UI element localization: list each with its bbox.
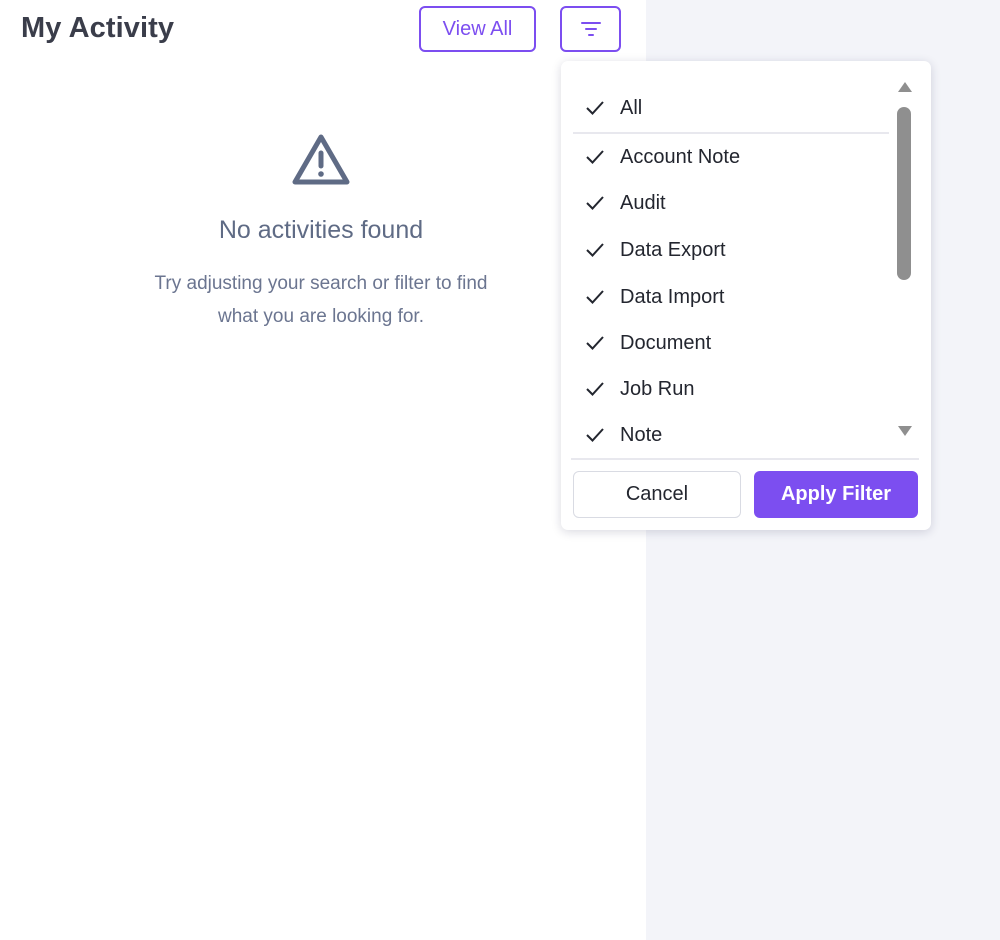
check-icon [586, 243, 604, 257]
filter-option-data-export[interactable]: Data Export [573, 231, 889, 269]
empty-state-title: No activities found [218, 216, 424, 244]
check-icon [586, 101, 604, 115]
cancel-button[interactable]: Cancel [573, 471, 741, 518]
filter-option-audit[interactable]: Audit [573, 184, 889, 222]
check-icon [586, 336, 604, 350]
warning-triangle-icon [292, 134, 350, 185]
empty-state-description: Try adjusting your search or filter to f… [154, 273, 488, 327]
filter-dropdown: All Account Note Audit Data Export Data … [561, 61, 931, 530]
triangle-up-icon [898, 82, 912, 92]
filter-option-all[interactable]: All [573, 89, 889, 127]
filter-option-label: Data Import [620, 285, 725, 308]
check-icon [586, 290, 604, 304]
scrollbar-thumb[interactable] [897, 107, 911, 280]
filter-option-note[interactable]: Note [573, 416, 889, 451]
scroll-up-arrow[interactable] [895, 79, 915, 95]
filter-option-label: Job Run [620, 377, 695, 400]
empty-state: No activities found Try adjusting your s… [0, 132, 642, 333]
apply-filter-button[interactable]: Apply Filter [754, 471, 918, 518]
filter-option-label: Note [620, 423, 663, 446]
filter-option-label: Document [620, 331, 712, 354]
filter-option-label: Audit [620, 191, 666, 214]
check-icon [586, 428, 604, 442]
filter-option-label: Account Note [620, 145, 741, 168]
footer-divider [571, 458, 919, 460]
filter-options-list[interactable]: All Account Note Audit Data Export Data … [573, 73, 891, 451]
filter-option-job-run[interactable]: Job Run [573, 370, 889, 408]
filter-button[interactable] [560, 6, 621, 52]
scroll-down-arrow[interactable] [895, 423, 915, 439]
page-title: My Activity [21, 12, 175, 44]
filter-icon [580, 22, 601, 36]
filter-option-document[interactable]: Document [573, 324, 889, 362]
filter-option-account-note[interactable]: Account Note [573, 138, 889, 176]
triangle-down-icon [898, 426, 912, 436]
scrollbar[interactable] [895, 73, 915, 445]
filter-option-label: All [620, 96, 643, 119]
view-all-button[interactable]: View All [419, 6, 536, 52]
filter-option-data-import[interactable]: Data Import [573, 278, 889, 316]
check-icon [586, 150, 604, 164]
options-divider [573, 132, 889, 134]
activity-panel: My Activity View All No activities found… [0, 0, 646, 940]
check-icon [586, 196, 604, 210]
check-icon [586, 382, 604, 396]
filter-option-label: Data Export [620, 238, 726, 261]
